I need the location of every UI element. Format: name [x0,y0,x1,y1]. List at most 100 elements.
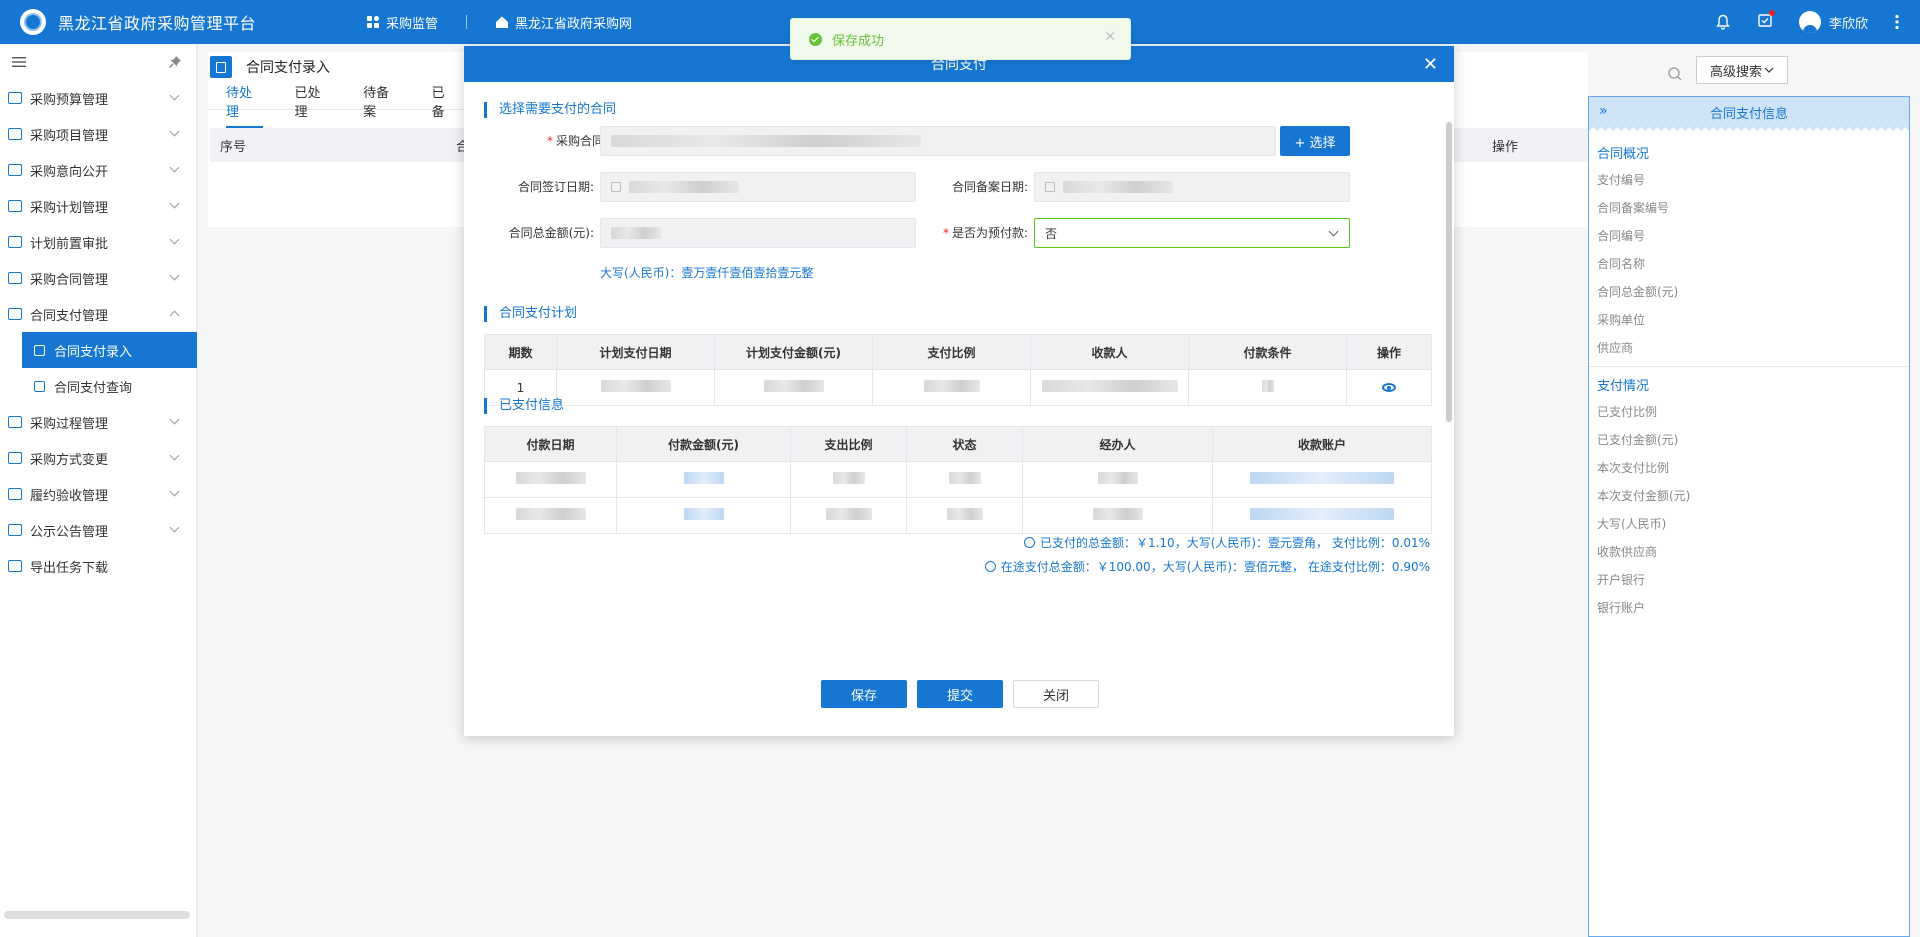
sidebar-scrollbar[interactable] [4,911,190,919]
sidebar-item-label: 采购过程管理 [30,416,109,432]
col-plan-amount: 计划支付金额(元) [714,334,873,370]
sidebar-item-label: 采购合同管理 [30,272,109,288]
chevron-down-icon [169,486,180,497]
paid-info-table: 付款日期 付款金额(元) 支出比例 状态 经办人 收款账户 [484,426,1432,534]
sidebar-item-process[interactable]: 采购过程管理 [0,404,196,440]
chevron-down-icon [169,126,180,137]
tab-to-record[interactable]: 待备案 [363,82,400,126]
contract-payment-info-panel: » 合同支付信息 合同概况 支付编号 合同备案编号 合同编号 合同名称 合同总金… [1588,96,1910,937]
table-row [484,497,1432,534]
table-header-row: 付款日期 付款金额(元) 支出比例 状态 经办人 收款账户 [484,426,1432,462]
top-nav: 采购监管 黑龙江省政府采购网 [366,13,632,32]
pin-icon[interactable] [168,55,182,69]
tab-recorded[interactable]: 已备 [432,82,456,126]
sidebar-item-intention[interactable]: 采购意向公开 [0,152,196,188]
bell-icon[interactable] [1715,14,1731,30]
col-handler: 经办人 [1022,426,1213,462]
grid-icon [367,16,380,28]
close-icon[interactable]: ✕ [1104,29,1116,45]
notification-dot [1768,10,1775,16]
sidebar-item-export[interactable]: 导出任务下载 [0,548,196,584]
sidebar-tools [0,44,196,80]
section-title-paid: 已支付信息 [484,398,564,414]
search-icon[interactable] [1660,62,1696,86]
sidebar-item-contract-payment[interactable]: 合同支付管理 [0,296,196,332]
table-row: 1 [484,369,1432,406]
info-item: 已支付金额(元) [1597,433,1679,447]
cell-conditions [1188,369,1347,406]
topnav-procurement-website[interactable]: 黑龙江省政府采购网 [495,13,632,32]
close-button[interactable]: 关闭 [1013,680,1099,708]
more-vertical-icon[interactable] [1894,14,1900,30]
nav-divider [466,15,468,29]
calendar-icon [1045,182,1055,192]
toast-message: 保存成功 [832,33,885,49]
info-item: 本次支付比例 [1597,461,1670,475]
double-chevron-right-icon[interactable]: » [1599,103,1608,119]
col-account: 收款账户 [1212,426,1432,462]
acceptance-icon [8,488,22,500]
col-period: 期数 [484,334,557,370]
select-contract-button[interactable]: + 选择 [1280,126,1350,156]
info-item: 合同名称 [1597,257,1646,271]
chevron-down-icon [169,162,180,173]
sidebar-item-plan[interactable]: 采购计划管理 [0,188,196,224]
panel-header-edge [1589,127,1909,135]
sidebar-item-budget[interactable]: 采购预算管理 [0,80,196,116]
record-date-input[interactable] [1034,172,1350,202]
col-ratio: 支付比例 [872,334,1031,370]
amount-in-words: 大写(人民币)：壹万壹仟壹佰壹拾壹元整 [600,266,814,280]
section-title-select-contract: 选择需要支付的合同 [484,102,616,118]
contract-input[interactable] [600,126,1276,156]
menu-icon[interactable] [12,56,26,68]
cell-pay-date [484,497,617,534]
sign-date-input[interactable] [600,172,916,202]
home-icon [496,16,509,28]
sidebar-subitem-payment-entry[interactable]: 合同支付录入 [22,332,197,368]
cell-account[interactable] [1212,461,1432,498]
sidebar-item-pre-approval[interactable]: 计划前置审批 [0,224,196,260]
cell-spend-ratio [790,497,907,534]
close-icon[interactable]: ✕ [1423,54,1438,75]
cell-spend-ratio [790,461,907,498]
total-amount-input[interactable] [600,218,916,248]
sidebar-item-label: 导出任务下载 [30,560,109,576]
sidebar-item-announcement[interactable]: 公示公告管理 [0,512,196,548]
dialog-scrollbar[interactable] [1446,122,1452,422]
info-item: 供应商 [1597,341,1634,355]
cell-status [906,461,1023,498]
sidebar-item-contract[interactable]: 采购合同管理 [0,260,196,296]
sidebar-subitem-label: 合同支付录入 [54,344,133,360]
user-menu[interactable]: 李欣欣 [1798,11,1868,33]
sidebar-item-acceptance[interactable]: 履约验收管理 [0,476,196,512]
submit-button[interactable]: 提交 [917,680,1003,708]
sidebar-subitem-label: 合同支付查询 [54,380,133,396]
save-button[interactable]: 保存 [821,680,907,708]
sidebar-item-method-change[interactable]: 采购方式变更 [0,440,196,476]
sidebar-item-project[interactable]: 采购项目管理 [0,116,196,152]
prepay-select[interactable]: 否 [1034,218,1350,248]
in-transit-summary: 在途支付总金额：￥100.00，大写(人民币)：壹佰元整， 在途支付比例：0.9… [984,558,1430,575]
sidebar-subitem-payment-query[interactable]: 合同支付查询 [22,368,197,404]
task-check-icon[interactable] [1757,10,1775,32]
info-item: 合同总金额(元) [1597,285,1679,299]
app-title: 黑龙江省政府采购管理平台 [58,14,257,33]
info-item: 已支付比例 [1597,405,1658,419]
topnav-label: 黑龙江省政府采购网 [515,16,633,32]
view-eye-icon[interactable] [1382,382,1396,392]
topnav-procurement-supervision[interactable]: 采购监管 [366,13,438,32]
sign-date-label: 合同签订日期: [517,180,594,194]
cell-account[interactable] [1212,497,1432,534]
download-icon [8,560,22,572]
success-toast: 保存成功 ✕ [790,18,1131,60]
document-icon [210,56,232,78]
sidebar-item-label: 采购意向公开 [30,164,109,180]
intention-icon [8,164,22,176]
search-document-icon [34,380,45,392]
tab-processed[interactable]: 已处理 [295,82,332,126]
success-check-icon [809,32,822,46]
advanced-search-button[interactable]: 高级搜索 [1696,56,1788,84]
column-ops: 操作 [1492,139,1519,155]
tab-pending[interactable]: 待处理 [226,82,263,128]
tab-bar: 待处理 已处理 待备案 已备 [208,82,488,128]
